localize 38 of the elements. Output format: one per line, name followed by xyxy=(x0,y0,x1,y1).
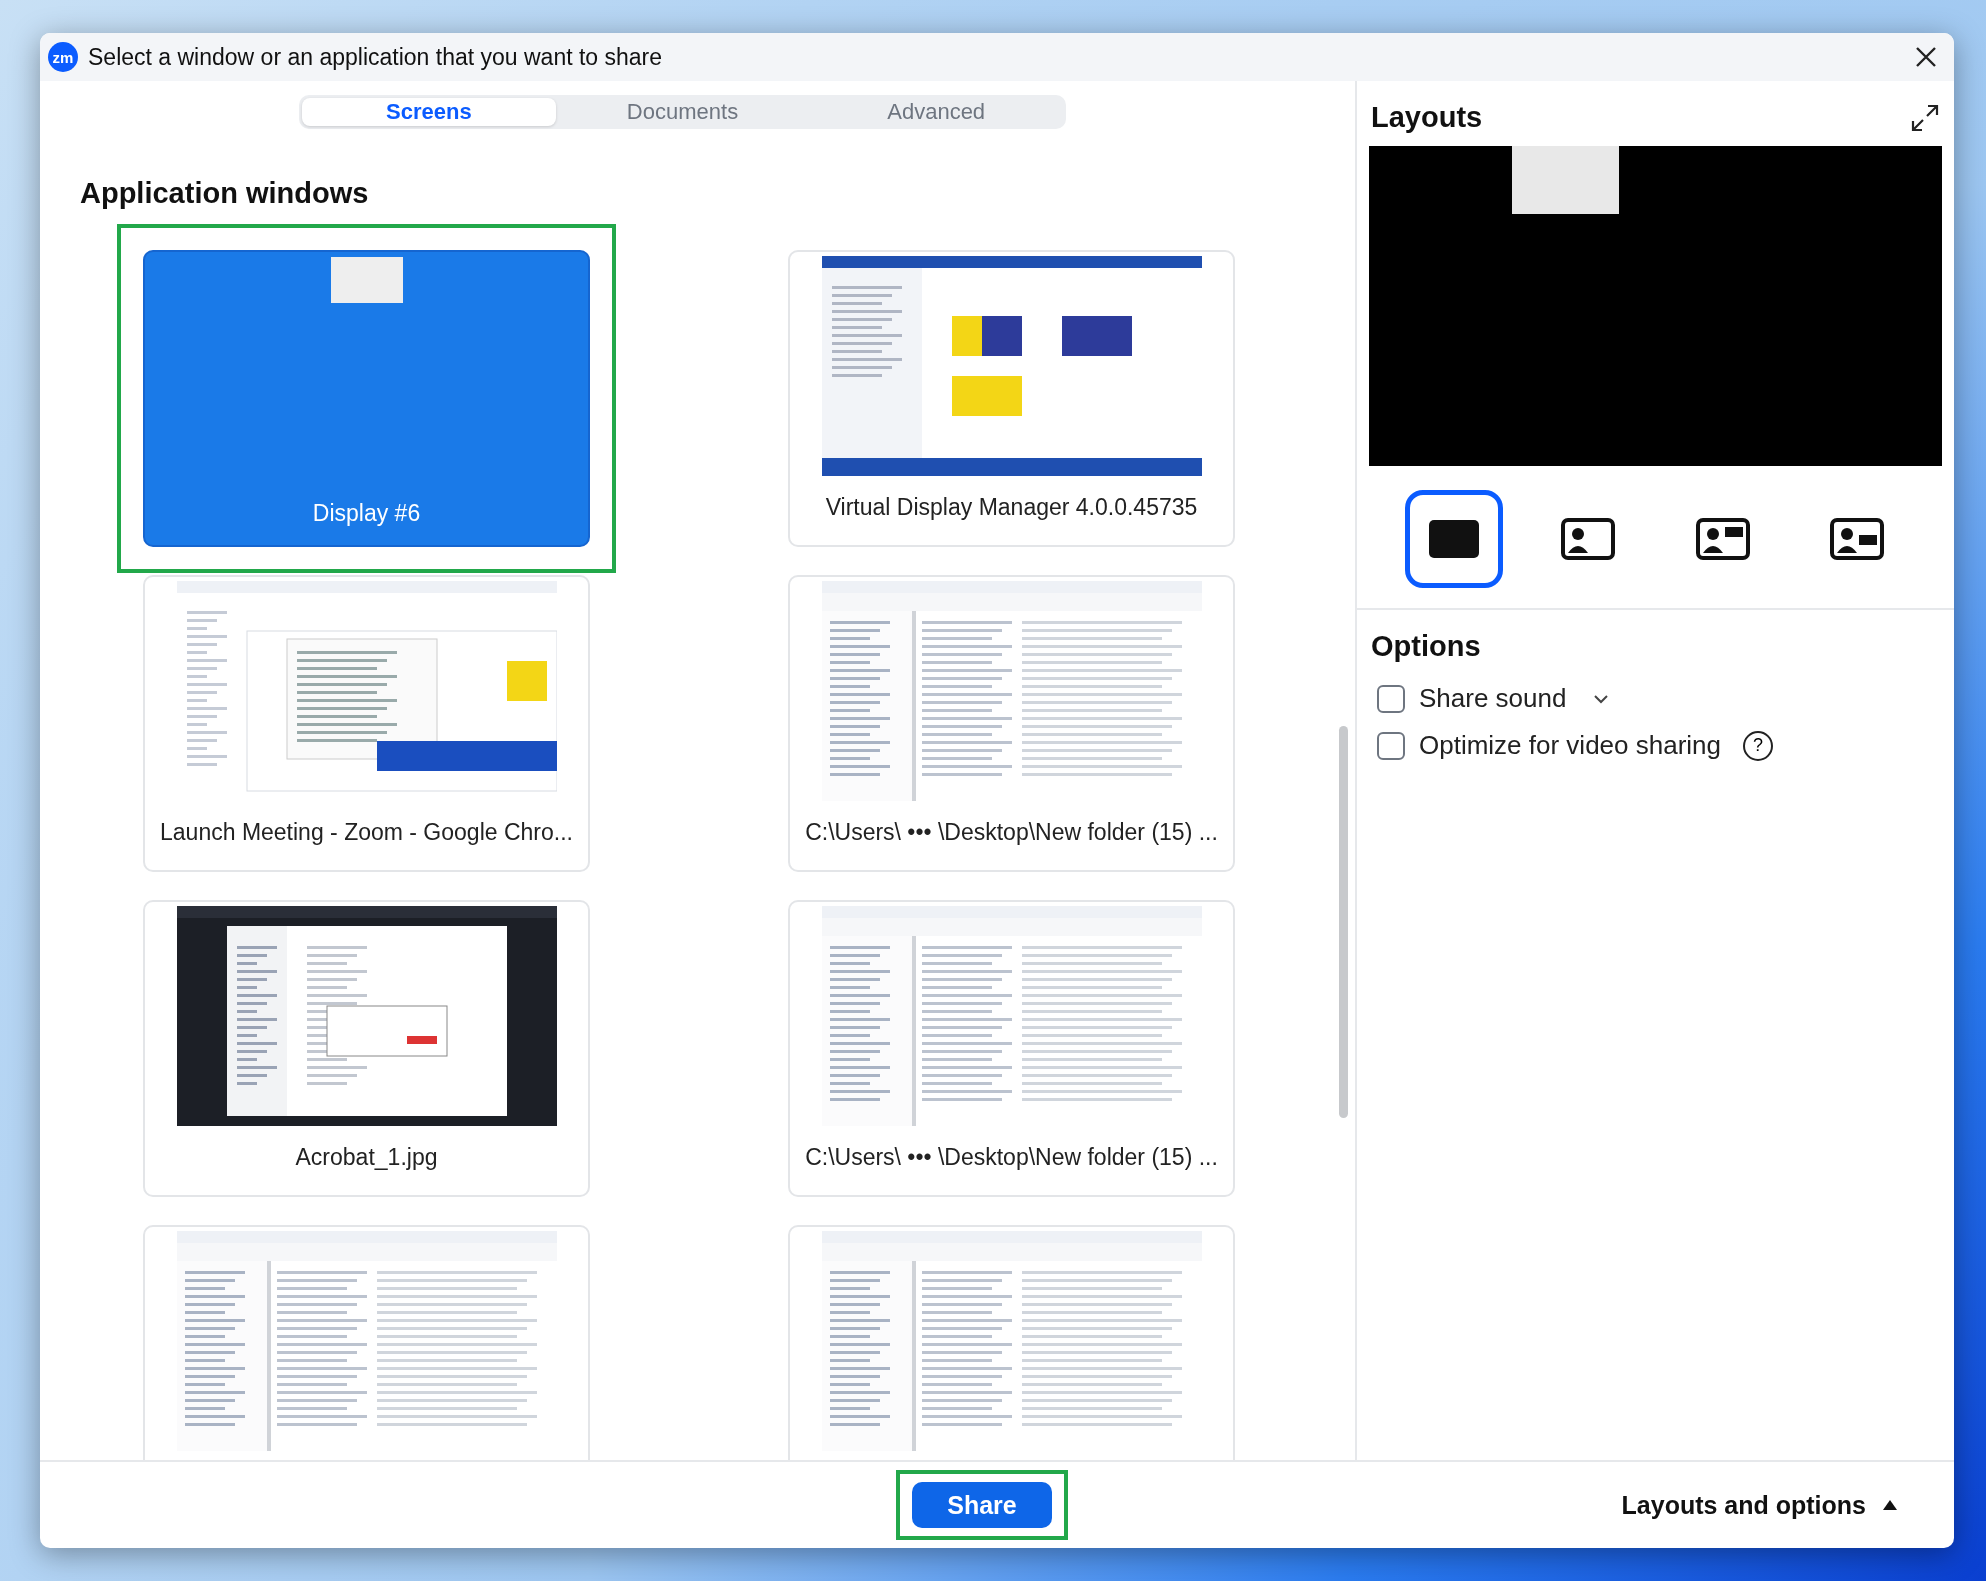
window-label: C:\Users\ ••• \Desktop\New folder (15) ... xyxy=(805,1144,1218,1171)
caret-up-icon xyxy=(1882,1499,1898,1511)
close-icon[interactable] xyxy=(1915,46,1937,68)
panel-title: Layouts xyxy=(1371,101,1483,134)
option-label: Share sound xyxy=(1419,683,1567,714)
tab[interactable]: Screens xyxy=(302,98,556,126)
checkbox[interactable] xyxy=(1377,731,1405,760)
checkbox[interactable] xyxy=(1377,684,1405,713)
window-marker-icon xyxy=(330,257,403,303)
layouts-options-toggle[interactable]: Layouts and options xyxy=(1615,1489,1904,1521)
window-title: Select a window or an application that you want to share xyxy=(88,43,664,71)
zoom-logo: zm xyxy=(48,42,78,72)
person-card-icon xyxy=(1694,517,1751,561)
option-label: Optimize for video sharing xyxy=(1419,730,1722,761)
tab[interactable]: Advanced xyxy=(809,98,1063,126)
person-frame-icon xyxy=(1560,517,1617,561)
display-card[interactable]: Display #6 xyxy=(143,250,590,547)
section-title: Application windows xyxy=(80,177,370,210)
window-marker-icon xyxy=(1512,146,1619,214)
layout-option-button[interactable] xyxy=(1405,490,1504,588)
window-card[interactable]: C:\Users\ ••• \Desktop\New folder (15) ... xyxy=(788,900,1235,1197)
window-card[interactable]: Launch Meeting - Zoom - Google Chro... xyxy=(143,575,590,872)
expand-icon[interactable] xyxy=(1910,102,1940,133)
tab[interactable]: Documents xyxy=(555,98,810,126)
person-card-icon xyxy=(1828,517,1885,561)
window-card[interactable]: C:\Users\ ••• \Desktop\New folder (15) ... xyxy=(788,575,1235,872)
panel-title: Options xyxy=(1371,630,1481,663)
window-card[interactable]: Acrobat_1.jpg xyxy=(143,900,590,1197)
window-label: Virtual Display Manager 4.0.0.45735 xyxy=(825,494,1198,521)
window-card[interactable]: Virtual Display Manager 4.0.0.45735 xyxy=(788,250,1235,547)
window-label: Display #6 xyxy=(312,500,421,527)
window-label: Acrobat_1.jpg xyxy=(295,1144,438,1171)
window-label: C:\Users\ ••• \Desktop\New folder (15) ... xyxy=(805,819,1218,846)
scrollbar[interactable] xyxy=(1339,726,1348,1118)
chevron-down-icon[interactable] xyxy=(1592,692,1611,705)
help-icon[interactable]: ? xyxy=(1743,730,1774,761)
share-button[interactable]: Share xyxy=(912,1482,1052,1528)
window-label: Launch Meeting - Zoom - Google Chro... xyxy=(160,819,573,846)
